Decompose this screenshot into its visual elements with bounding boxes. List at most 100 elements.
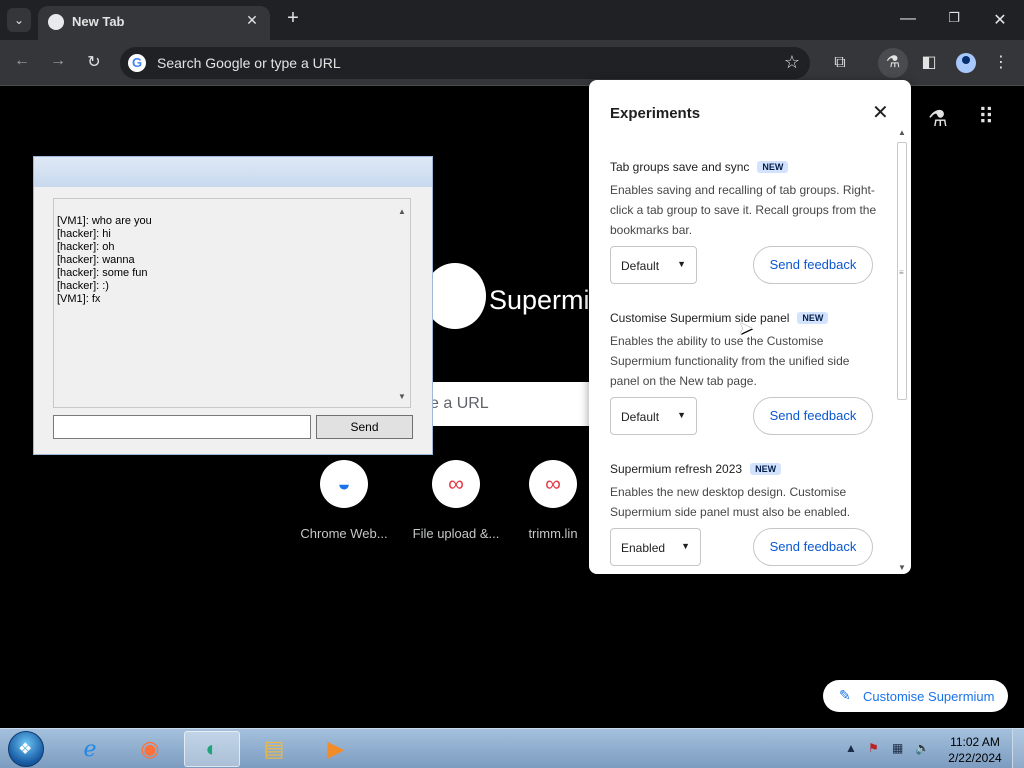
reload-button[interactable]: ↻ — [83, 52, 105, 74]
send-feedback-button[interactable]: Send feedback — [753, 528, 873, 566]
experiment-select[interactable]: Default ▼ — [610, 246, 697, 284]
link-chain-icon: ∞ — [529, 460, 577, 508]
experiments-title: Experiments — [610, 105, 701, 122]
tab-close-icon[interactable]: ✕ — [242, 12, 262, 29]
scroll-up-icon[interactable]: ▲ — [895, 128, 909, 137]
chat-titlebar[interactable] — [34, 157, 432, 187]
experiment-name: Customise Supermium side panel — [610, 311, 790, 325]
tab-new-tab[interactable]: New Tab ✕ — [38, 6, 270, 40]
chat-message-input[interactable] — [53, 415, 311, 439]
experiment-description: Enables saving and recalling of tab grou… — [610, 183, 877, 237]
tab-search-button[interactable]: ⌄ — [7, 8, 31, 32]
scroll-down-icon[interactable]: ▼ — [394, 390, 410, 403]
web-store-icon: ◒ — [320, 460, 368, 508]
chat-message: [VM1]: fx — [57, 293, 101, 305]
back-button[interactable]: ← — [11, 52, 33, 74]
chat-message: [hacker]: some fun — [57, 267, 148, 279]
omnibox[interactable]: G Search Google or type a URL ☆ — [120, 47, 810, 79]
chat-message: [hacker]: :) — [57, 280, 109, 292]
clock-date: 2/22/2024 — [948, 751, 1002, 765]
link-chain-icon: ∞ — [432, 460, 480, 508]
caret-down-icon: ▼ — [677, 259, 686, 269]
experiments-close-icon[interactable]: ✕ — [872, 100, 889, 125]
ntp-labs-flask-icon[interactable]: ⚗ — [928, 106, 948, 132]
supermium-logo-icon — [424, 263, 486, 329]
shortcut-chrome-web-store[interactable]: ◒ Chrome Web... — [294, 460, 394, 541]
window-close-button[interactable]: ✕ — [990, 10, 1010, 30]
tab-favicon-icon — [48, 14, 64, 30]
select-value: Default — [621, 259, 660, 273]
select-value: Default — [621, 410, 660, 424]
shortcut-label: Chrome Web... — [300, 526, 388, 541]
supermium-taskbar-icon[interactable]: ◐ — [184, 731, 240, 767]
new-badge: NEW — [750, 463, 782, 475]
experiment-refresh-2023: Supermium refresh 2023 NEW Enables the ne… — [610, 462, 880, 522]
volume-icon[interactable]: 🔈 — [915, 741, 930, 755]
chevron-down-icon: ⌄ — [13, 13, 25, 27]
tab-strip: ⌄ New Tab ✕ + — ❐ ✕ — [0, 0, 1024, 40]
experiment-name: Supermium refresh 2023 — [610, 462, 743, 476]
chat-scrollbar[interactable]: ▲ ▼ — [394, 199, 410, 407]
experiment-select[interactable]: Default ▼ — [610, 397, 697, 435]
bookmark-star-icon[interactable]: ☆ — [784, 52, 800, 73]
labs-flask-icon[interactable]: ⚗ — [878, 48, 908, 78]
scroll-grip-icon: ≡ — [899, 268, 904, 277]
action-center-icon[interactable]: ⚑ — [868, 741, 879, 755]
caret-down-icon: ▼ — [681, 541, 690, 551]
minimize-button[interactable]: — — [898, 10, 918, 28]
experiment-description: Enables the ability to use the Customise… — [610, 334, 850, 388]
send-feedback-button[interactable]: Send feedback — [753, 397, 873, 435]
chat-message: [hacker]: hi — [57, 228, 111, 240]
shortcut-label: trimm.lin — [528, 526, 578, 541]
send-feedback-button[interactable]: Send feedback — [753, 246, 873, 284]
chat-message: [VM1]: who are you — [57, 215, 152, 227]
show-desktop-button[interactable] — [1012, 729, 1024, 768]
tab-title: New Tab — [72, 14, 125, 29]
experiment-tab-groups-save: Tab groups save and sync NEW Enables savi… — [610, 160, 880, 240]
experiments-scrollbar[interactable]: ▲ ≡ ▼ — [895, 128, 909, 572]
profile-avatar-icon[interactable] — [956, 53, 976, 73]
chat-send-button[interactable]: Send — [316, 415, 413, 439]
media-player-icon[interactable]: ▶ — [308, 731, 364, 767]
new-badge: NEW — [757, 161, 789, 173]
ntp-logo-text: Supermiu — [489, 285, 605, 315]
new-tab-button[interactable]: + — [282, 8, 304, 30]
chat-log: [VM1]: who are you [hacker]: hi [hacker]… — [53, 198, 411, 408]
windows-taskbar: ❖ ℯ ◉ ◐ ▤ ▶ ▲ ⚑ ▦ 🔈 11:02 AM 2/22/2024 — [0, 728, 1024, 768]
experiment-description: Enables the new desktop design. Customis… — [610, 485, 851, 519]
customise-label: Customise Supermium — [863, 689, 995, 704]
network-icon[interactable]: ▦ — [892, 741, 903, 755]
customise-button[interactable]: ✎ Customise Supermium — [823, 680, 1008, 712]
experiment-select[interactable]: Enabled ▼ — [610, 528, 701, 566]
restore-button[interactable]: ❐ — [944, 10, 964, 26]
chat-message: [hacker]: oh — [57, 241, 115, 253]
taskbar-clock[interactable]: 11:02 AM 2/22/2024 — [946, 734, 1004, 766]
menu-kebab-icon[interactable]: ⋮ — [988, 50, 1014, 76]
omnibox-placeholder: Search Google or type a URL — [157, 55, 341, 71]
apps-grid-icon[interactable]: ⠿ — [978, 104, 994, 130]
scroll-down-icon[interactable]: ▼ — [895, 563, 909, 572]
caret-down-icon: ▼ — [677, 410, 686, 420]
shortcut-file-upload[interactable]: ∞ File upload &... — [406, 460, 506, 541]
file-explorer-icon[interactable]: ▤ — [246, 731, 302, 767]
new-badge: NEW — [797, 312, 829, 324]
pencil-icon: ✎ — [839, 687, 851, 703]
forward-button[interactable]: → — [47, 52, 69, 74]
chat-window: [VM1]: who are you [hacker]: hi [hacker]… — [33, 156, 433, 455]
experiment-name: Tab groups save and sync — [610, 160, 750, 174]
clock-time: 11:02 AM — [950, 735, 1000, 749]
chat-message: [hacker]: wanna — [57, 254, 135, 266]
internet-explorer-icon[interactable]: ℯ — [62, 731, 118, 767]
shortcut-trimm[interactable]: ∞ trimm.lin — [518, 460, 588, 541]
extensions-puzzle-icon[interactable]: ⧉ — [827, 50, 853, 76]
mouse-cursor-icon: ➤ — [738, 318, 754, 338]
google-icon: G — [128, 54, 146, 72]
start-button[interactable]: ❖ — [8, 731, 44, 767]
shortcut-label: File upload &... — [412, 526, 500, 541]
side-panel-icon[interactable]: ◧ — [916, 50, 942, 76]
scroll-up-icon[interactable]: ▲ — [394, 205, 410, 218]
ntp-search-placeholder: e a URL — [430, 395, 489, 412]
tray-expand-icon[interactable]: ▲ — [845, 741, 857, 755]
select-value: Enabled — [621, 541, 666, 555]
firefox-icon[interactable]: ◉ — [122, 731, 178, 767]
